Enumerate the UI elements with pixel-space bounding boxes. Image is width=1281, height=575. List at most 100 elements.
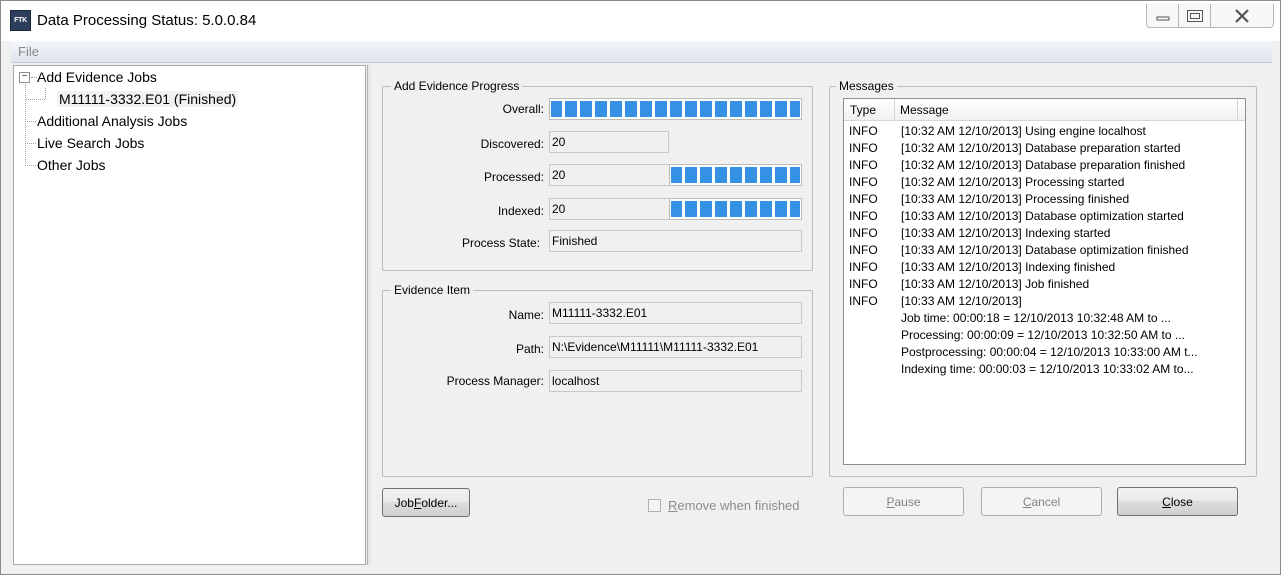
message-type: INFO — [849, 243, 878, 257]
message-text: [10:33 AM 12/10/2013] Processing finishe… — [901, 192, 1130, 206]
message-row[interactable]: INFO [10:33 AM 12/10/2013] Database optim… — [844, 208, 1245, 225]
ftk-app-icon: FTK — [10, 10, 31, 31]
group-title: Add Evidence Progress — [391, 79, 523, 93]
menu-bar: File — [11, 41, 1272, 63]
message-type: INFO — [849, 192, 878, 206]
messages-list[interactable]: Type Message INFO [10:32 AM 12/10/2013] U… — [843, 98, 1246, 465]
message-text: [10:33 AM 12/10/2013] Indexing finished — [901, 260, 1116, 274]
message-row[interactable]: Job time: 00:00:18 = 12/10/2013 10:32:48… — [844, 310, 1245, 327]
restore-icon — [1187, 10, 1203, 22]
message-text: [10:32 AM 12/10/2013] Database preparati… — [901, 141, 1181, 155]
indexed-value: 20 — [549, 198, 670, 220]
message-type: INFO — [849, 294, 878, 308]
messages-header: Type Message — [844, 99, 1245, 121]
panel-splitter[interactable] — [367, 65, 371, 565]
pause-button[interactable]: Pause — [843, 487, 964, 516]
tree-item-add-evidence-jobs[interactable]: Add Evidence Jobs — [37, 69, 157, 85]
message-type: INFO — [849, 175, 878, 189]
title-bar[interactable]: FTK Data Processing Status: 5.0.0.84 — [1, 1, 1280, 41]
message-text: [10:32 AM 12/10/2013] Using engine local… — [901, 124, 1146, 138]
tree-item-live-search-jobs[interactable]: Live Search Jobs — [37, 135, 144, 151]
message-type: INFO — [849, 277, 878, 291]
group-title: Evidence Item — [391, 283, 474, 297]
message-type: INFO — [849, 158, 878, 172]
message-text: [10:33 AM 12/10/2013] Database optimizat… — [901, 243, 1189, 257]
message-text: [10:33 AM 12/10/2013] — [901, 294, 1022, 308]
minimize-button[interactable] — [1147, 5, 1179, 27]
message-row[interactable]: INFO [10:33 AM 12/10/2013] Indexing finis… — [844, 259, 1245, 276]
message-text: Postprocessing: 00:00:04 = 12/10/2013 10… — [901, 345, 1198, 359]
message-text: Indexing time: 00:00:03 = 12/10/2013 10:… — [901, 362, 1194, 376]
message-type: INFO — [849, 124, 878, 138]
message-type: INFO — [849, 209, 878, 223]
message-row[interactable]: INFO [10:33 AM 12/10/2013] Job finished — [844, 276, 1245, 293]
button-label-part: ause — [894, 494, 921, 509]
processed-label: Processed: — [483, 170, 544, 184]
tree-connector — [25, 99, 45, 100]
message-row[interactable]: INFO [10:32 AM 12/10/2013] Database prepa… — [844, 157, 1245, 174]
indexed-label: Indexed: — [497, 204, 544, 218]
collapse-icon[interactable]: − — [19, 72, 30, 83]
label-part: emove when finished — [677, 498, 800, 513]
processed-progress-fill — [670, 165, 801, 185]
message-text: [10:32 AM 12/10/2013] Processing started — [901, 175, 1125, 189]
message-text: Job time: 00:00:18 = 12/10/2013 10:32:48… — [901, 311, 1171, 325]
remove-when-finished-checkbox[interactable] — [648, 499, 661, 512]
maximize-button[interactable] — [1179, 5, 1211, 27]
column-separator[interactable] — [894, 99, 895, 121]
tree-connector — [25, 165, 36, 166]
tree-connector — [25, 121, 36, 122]
button-label-mnemonic: C — [1022, 494, 1032, 509]
jobs-tree: − Add Evidence Jobs M11111-3332.E01 (Fin… — [13, 65, 366, 565]
evidence-path-value: N:\Evidence\M11111\M11111-3332.E01 — [549, 336, 802, 358]
button-label-mnemonic: P — [886, 494, 895, 509]
overall-progress-bar — [549, 98, 802, 120]
name-label: Name: — [508, 308, 544, 322]
overall-label: Overall: — [502, 102, 544, 116]
message-row[interactable]: INFO [10:33 AM 12/10/2013] Indexing start… — [844, 225, 1245, 242]
message-row[interactable]: Processing: 00:00:09 = 12/10/2013 10:32:… — [844, 327, 1245, 344]
overall-progress-fill — [550, 99, 801, 119]
close-button[interactable]: Close — [1117, 487, 1238, 516]
message-row[interactable]: INFO [10:32 AM 12/10/2013] Using engine l… — [844, 123, 1245, 140]
tree-item-other-jobs[interactable]: Other Jobs — [37, 157, 105, 173]
process-state-value: Finished — [549, 230, 802, 252]
column-separator[interactable] — [1237, 99, 1238, 121]
window-title: Data Processing Status: 5.0.0.84 — [37, 12, 257, 29]
message-type: INFO — [849, 226, 878, 240]
message-text: Processing: 00:00:09 = 12/10/2013 10:32:… — [901, 328, 1185, 342]
message-type: INFO — [849, 260, 878, 274]
remove-when-finished-label[interactable]: Remove when finished — [668, 498, 800, 513]
discovered-value: 20 — [549, 131, 669, 153]
button-label-mnemonic: F — [413, 495, 422, 510]
message-text: [10:33 AM 12/10/2013] Indexing started — [901, 226, 1111, 240]
menu-file[interactable]: File — [18, 44, 39, 59]
evidence-name-value: M11111-3332.E01 — [549, 302, 802, 324]
processed-value: 20 — [549, 164, 670, 186]
column-type[interactable]: Type — [850, 103, 876, 117]
cancel-button[interactable]: Cancel — [981, 487, 1102, 516]
minimize-icon — [1156, 16, 1170, 21]
tree-connector — [25, 84, 26, 166]
indexed-progress-fill — [670, 199, 801, 219]
message-row[interactable]: Indexing time: 00:00:03 = 12/10/2013 10:… — [844, 361, 1245, 378]
group-title: Messages — [836, 79, 897, 93]
path-label: Path: — [515, 342, 544, 356]
close-icon — [1235, 9, 1249, 23]
button-label-mnemonic: C — [1162, 494, 1171, 509]
message-row[interactable]: INFO [10:32 AM 12/10/2013] Database prepa… — [844, 140, 1245, 157]
close-window-button[interactable] — [1211, 5, 1273, 27]
tree-item-additional-analysis-jobs[interactable]: Additional Analysis Jobs — [37, 113, 187, 129]
message-text: [10:32 AM 12/10/2013] Database preparati… — [901, 158, 1186, 172]
job-folder-button[interactable]: Job Folder... — [382, 488, 470, 517]
message-text: [10:33 AM 12/10/2013] Database optimizat… — [901, 209, 1184, 223]
column-message[interactable]: Message — [900, 103, 949, 117]
message-row[interactable]: INFO [10:33 AM 12/10/2013] — [844, 293, 1245, 310]
message-row[interactable]: Postprocessing: 00:00:04 = 12/10/2013 10… — [844, 344, 1245, 361]
message-row[interactable]: INFO [10:32 AM 12/10/2013] Processing sta… — [844, 174, 1245, 191]
tree-connector — [25, 143, 36, 144]
button-label-part: lose — [1170, 494, 1193, 509]
tree-item-job-finished[interactable]: M11111-3332.E01 (Finished) — [57, 91, 239, 107]
message-row[interactable]: INFO [10:33 AM 12/10/2013] Database optim… — [844, 242, 1245, 259]
message-row[interactable]: INFO [10:33 AM 12/10/2013] Processing fin… — [844, 191, 1245, 208]
